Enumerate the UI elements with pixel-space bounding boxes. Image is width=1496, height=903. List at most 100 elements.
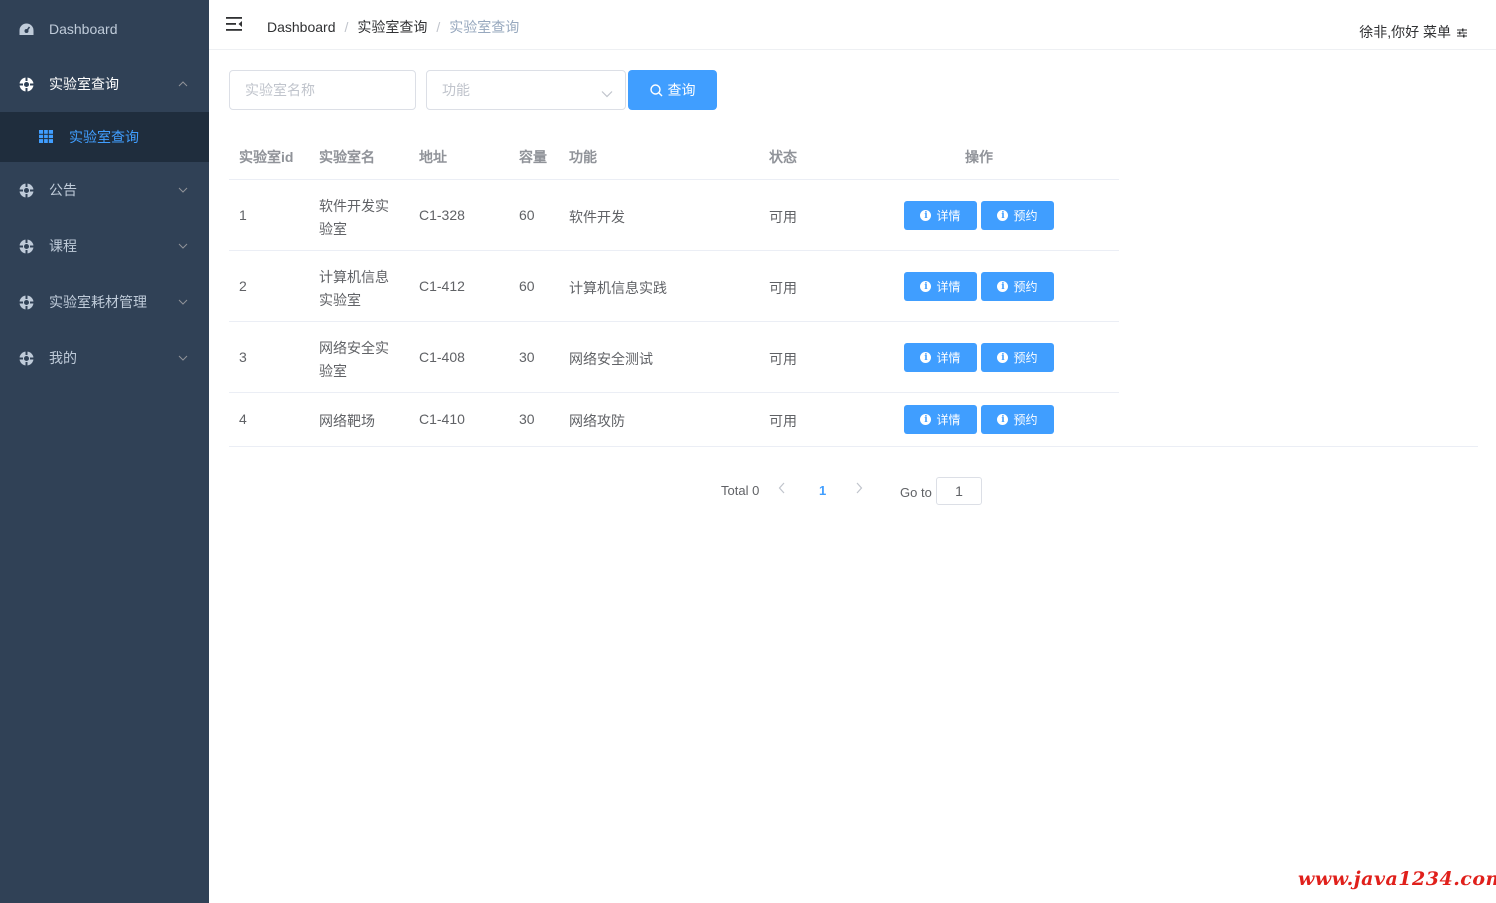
table-row: 1 软件开发实 验室 C1-328 60 软件开发 可用 i 详情 i 预约 <box>229 180 1119 251</box>
cell-address: C1-412 <box>419 278 465 294</box>
table-header: 实验室id 实验室名 地址 容量 功能 状态 操作 <box>229 131 1119 180</box>
cell-status: 可用 <box>769 280 797 296</box>
reserve-button[interactable]: i 预约 <box>981 405 1054 434</box>
cell-id: 4 <box>239 411 247 427</box>
chevron-down-icon <box>177 296 189 308</box>
detail-button[interactable]: i 详情 <box>904 343 977 372</box>
cell-capacity: 30 <box>519 411 535 427</box>
function-select[interactable]: 功能 <box>426 70 626 110</box>
info-icon: i <box>997 281 1009 292</box>
cell-status: 可用 <box>769 209 797 225</box>
cell-function: 计算机信息实践 <box>569 280 667 296</box>
header-name: 实验室名 <box>319 149 375 165</box>
header-id: 实验室id <box>239 149 294 165</box>
pagination-goto-value: 1 <box>955 483 963 499</box>
breadcrumb-lab-query[interactable]: 实验室查询 <box>357 17 427 37</box>
component-icon <box>18 238 34 254</box>
reserve-button-label: 预约 <box>1013 280 1038 294</box>
component-icon <box>18 350 34 366</box>
cell-name: 软件开发实 验室 <box>319 198 389 237</box>
cell-capacity: 30 <box>519 349 535 365</box>
detail-button-label: 详情 <box>936 280 961 294</box>
navbar: Dashboard / 实验室查询 / 实验室查询 徐非,你好 菜单 <box>209 0 1496 50</box>
chevron-down-icon <box>177 184 189 196</box>
cell-function: 软件开发 <box>569 209 625 225</box>
cell-id: 3 <box>239 349 247 365</box>
chevron-right-icon[interactable] <box>855 482 867 496</box>
chevron-down-icon <box>177 352 189 364</box>
header-status: 状态 <box>769 149 797 165</box>
info-icon: i <box>920 414 932 425</box>
info-icon: i <box>997 352 1009 363</box>
watermark-text: www.java1234.com <box>1298 868 1496 890</box>
hamburger-icon[interactable] <box>226 15 244 33</box>
lab-name-placeholder: 实验室名称 <box>245 82 315 98</box>
lab-name-input[interactable]: 实验室名称 <box>229 70 416 110</box>
user-menu[interactable]: 徐非,你好 菜单 <box>1359 22 1468 42</box>
component-icon <box>18 294 34 310</box>
cell-address: C1-408 <box>419 349 465 365</box>
reserve-button-label: 预约 <box>1013 413 1038 427</box>
chevron-left-icon[interactable] <box>778 482 790 496</box>
sidebar-item-announcement[interactable]: 公告 <box>0 162 209 218</box>
detail-button[interactable]: i 详情 <box>904 201 977 230</box>
cell-name: 网络安全实 验室 <box>319 340 389 379</box>
header-capacity: 容量 <box>519 149 547 165</box>
cell-name: 网络靶场 <box>319 413 375 429</box>
reserve-button[interactable]: i 预约 <box>981 343 1054 372</box>
cell-function: 网络安全测试 <box>569 351 653 367</box>
sidebar-item-label: 公告 <box>49 182 77 198</box>
cell-capacity: 60 <box>519 207 535 223</box>
cell-status: 可用 <box>769 351 797 367</box>
search-icon <box>649 83 662 96</box>
pagination-page-current[interactable]: 1 <box>819 483 826 498</box>
sidebar-item-lab-query[interactable]: 实验室查询 <box>0 56 209 112</box>
breadcrumb: Dashboard / 实验室查询 / 实验室查询 <box>267 17 519 37</box>
cell-function: 网络攻防 <box>569 413 625 429</box>
sidebar-item-label: 我的 <box>49 350 77 366</box>
detail-button-label: 详情 <box>936 209 961 223</box>
detail-button[interactable]: i 详情 <box>904 405 977 434</box>
reserve-button[interactable]: i 预约 <box>981 272 1054 301</box>
breadcrumb-dashboard[interactable]: Dashboard <box>267 19 336 35</box>
detail-button[interactable]: i 详情 <box>904 272 977 301</box>
reserve-button-label: 预约 <box>1013 351 1038 365</box>
breadcrumb-separator: / <box>436 19 441 35</box>
component-icon <box>18 182 34 198</box>
chevron-down-icon <box>177 240 189 252</box>
lab-table: 实验室id 实验室名 地址 容量 功能 状态 操作 1 软件开发实 验室 C1-3… <box>229 131 1478 447</box>
cell-capacity: 60 <box>519 278 535 294</box>
search-button[interactable]: 查询 <box>628 70 717 110</box>
pagination-total: Total 0 <box>721 483 760 498</box>
table-row: 4 网络靶场 C1-410 30 网络攻防 可用 i 详情 i 预约 <box>229 393 1478 447</box>
sidebar-item-label: 实验室查询 <box>49 76 119 92</box>
reserve-button[interactable]: i 预约 <box>981 201 1054 230</box>
cell-id: 2 <box>239 278 247 294</box>
info-icon: i <box>920 352 932 363</box>
table-row: 2 计算机信息 实验室 C1-412 60 计算机信息实践 可用 i 详情 i 预约 <box>229 251 1119 322</box>
header-address: 地址 <box>419 149 447 165</box>
breadcrumb-separator: / <box>344 19 349 35</box>
sidebar-item-course[interactable]: 课程 <box>0 218 209 274</box>
sidebar-item-label: 实验室耗材管理 <box>49 294 147 310</box>
sidebar-item-label: 课程 <box>49 238 77 254</box>
pagination-goto-label: Go to <box>900 485 932 500</box>
header-function: 功能 <box>569 149 597 165</box>
cell-status: 可用 <box>769 413 797 429</box>
sidebar-item-mine[interactable]: 我的 <box>0 330 209 386</box>
cell-address: C1-410 <box>419 411 465 427</box>
info-icon: i <box>997 414 1009 425</box>
sidebar-subitem-lab-query[interactable]: 实验室查询 <box>0 112 209 162</box>
function-placeholder: 功能 <box>442 82 470 98</box>
table-row: 3 网络安全实 验室 C1-408 30 网络安全测试 可用 i 详情 i 预约 <box>229 322 1119 393</box>
sliders-icon <box>1456 26 1468 38</box>
sidebar-item-dashboard[interactable]: Dashboard <box>0 1 209 57</box>
dashboard-icon <box>18 21 34 37</box>
sidebar-item-consumables[interactable]: 实验室耗材管理 <box>0 274 209 330</box>
breadcrumb-current: 实验室查询 <box>449 19 520 35</box>
cell-name: 计算机信息 实验室 <box>319 269 389 308</box>
detail-button-label: 详情 <box>936 351 961 365</box>
pagination-goto-input[interactable]: 1 <box>936 477 982 505</box>
sidebar: Dashboard 实验室查询 实验室查询 公告 课程 实验室耗材管理 我的 <box>0 0 209 903</box>
search-button-label: 查询 <box>667 82 696 98</box>
